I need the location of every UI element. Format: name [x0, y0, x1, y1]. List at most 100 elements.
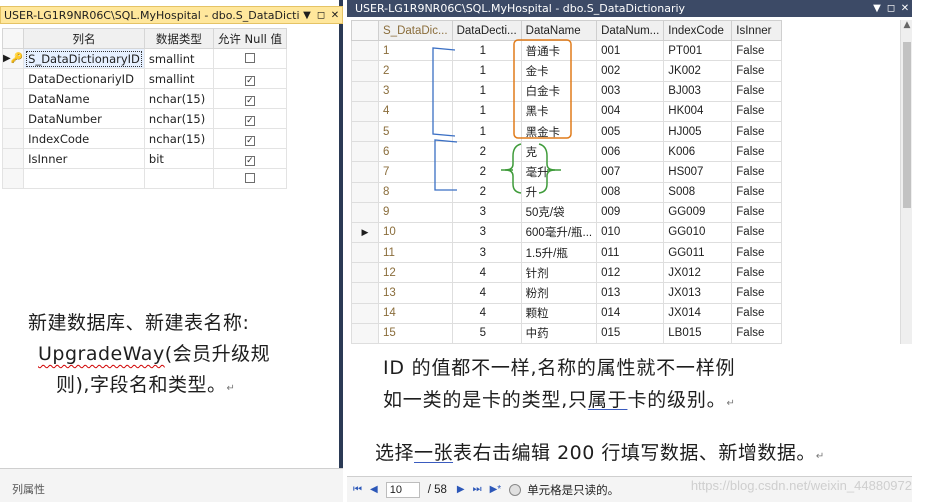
table-row[interactable] — [1, 168, 288, 189]
s-datadictionaryid-cell[interactable]: 13 — [378, 282, 453, 304]
s-datadictionaryid-cell[interactable]: 3 — [378, 80, 453, 102]
table-row[interactable]: DataDectionariyID smallint ✓ — [1, 68, 288, 89]
table-row[interactable]: 11 3 1.5升/瓶 011 GG011 False — [351, 242, 783, 264]
s-datadictionaryid-cell[interactable]: 8 — [378, 181, 453, 203]
row-selector[interactable] — [351, 60, 379, 82]
s-datadictionaryid-cell[interactable]: 15 — [378, 322, 453, 345]
row-selector[interactable] — [351, 141, 379, 163]
row-selector[interactable] — [351, 242, 379, 264]
datanumber-cell[interactable]: 011 — [596, 242, 665, 264]
indexcode-cell[interactable]: HS007 — [663, 161, 733, 183]
scrollbar-thumb[interactable] — [903, 42, 911, 208]
datadectionariyid-cell[interactable]: 1 — [451, 80, 522, 102]
data-type-cell[interactable]: smallint — [143, 68, 214, 89]
restore-icon[interactable]: ◻ — [314, 10, 328, 21]
data-type-cell[interactable]: nchar(15) — [143, 108, 214, 129]
designer-tab[interactable]: USER-LG1R9NR06C\SQL.MyHospital - dbo.S_D… — [0, 6, 343, 24]
dataname-cell[interactable]: 粉剂 — [520, 282, 598, 304]
datadectionariyid-cell[interactable]: 3 — [451, 242, 522, 264]
column-name-cell[interactable]: DataName — [23, 88, 145, 109]
dataname-cell[interactable]: 黑卡 — [520, 100, 598, 122]
dataname-cell[interactable]: 600毫升/瓶... — [520, 221, 598, 244]
isinner-cell[interactable]: False — [731, 60, 783, 82]
datanumber-cell[interactable]: 014 — [596, 302, 665, 324]
s-datadictionaryid-cell[interactable]: 1 — [378, 40, 453, 62]
data-type-cell[interactable] — [143, 168, 214, 189]
dataname-cell[interactable]: 白金卡 — [520, 80, 598, 102]
scroll-up-icon[interactable]: ▲ — [901, 20, 913, 30]
datanumber-cell[interactable]: 001 — [596, 40, 665, 62]
datanumber-cell[interactable]: 004 — [596, 100, 665, 122]
indexcode-cell[interactable]: JX012 — [663, 262, 733, 284]
column-header-datadectionariyid[interactable]: DataDecti... — [451, 19, 522, 42]
close-icon[interactable]: ✕ — [898, 3, 912, 14]
table-row[interactable]: 6 2 克 006 K006 False — [351, 141, 783, 163]
datadectionariyid-cell[interactable]: 1 — [451, 40, 522, 62]
datanumber-cell[interactable]: 010 — [596, 221, 665, 244]
dataname-cell[interactable]: 中药 — [520, 322, 598, 345]
isinner-cell[interactable]: False — [731, 282, 783, 304]
last-record-icon[interactable]: ⏭ — [473, 484, 482, 495]
indexcode-cell[interactable]: GG010 — [663, 221, 733, 244]
column-header-s-datadictionaryid[interactable]: S_DataDic... — [378, 19, 453, 42]
close-icon[interactable]: ✕ — [328, 10, 342, 21]
row-selector[interactable] — [351, 40, 379, 62]
allow-null-checkbox[interactable] — [244, 172, 255, 183]
datanumber-cell[interactable]: 015 — [596, 322, 665, 345]
column-name-cell[interactable]: S_DataDictionaryID — [23, 48, 145, 69]
row-selector[interactable] — [351, 181, 379, 203]
datanumber-cell[interactable]: 013 — [596, 282, 665, 304]
isinner-cell[interactable]: False — [731, 322, 783, 345]
restore-icon[interactable]: ◻ — [884, 3, 898, 14]
isinner-cell[interactable]: False — [731, 242, 783, 264]
indexcode-cell[interactable]: JX013 — [663, 282, 733, 304]
table-row[interactable]: DataName nchar(15) ✓ — [1, 88, 288, 109]
row-selector[interactable] — [1, 128, 25, 149]
dataname-cell[interactable]: 颗粒 — [520, 302, 598, 324]
indexcode-cell[interactable]: GG009 — [663, 201, 733, 223]
table-row[interactable]: 14 4 颗粒 014 JX014 False — [351, 302, 783, 324]
indexcode-cell[interactable]: K006 — [663, 141, 733, 163]
row-selector[interactable] — [351, 302, 379, 324]
column-name-cell[interactable]: DataNumber — [23, 108, 145, 129]
row-selector[interactable] — [1, 148, 25, 169]
datadectionariyid-cell[interactable]: 1 — [451, 100, 522, 122]
current-row-indicator[interactable]: ▶ — [351, 221, 379, 244]
indexcode-cell[interactable]: HJ005 — [663, 120, 733, 143]
datadectionariyid-cell[interactable]: 3 — [451, 221, 522, 244]
allow-null-checkbox[interactable]: ✓ — [244, 135, 255, 146]
datanumber-cell[interactable]: 006 — [596, 141, 665, 163]
s-datadictionaryid-cell[interactable]: 9 — [378, 201, 453, 223]
dataname-cell[interactable]: 毫升 — [520, 161, 598, 183]
row-selector[interactable] — [351, 120, 379, 143]
first-record-icon[interactable]: ⏮ — [353, 484, 362, 495]
row-selector[interactable] — [351, 161, 379, 183]
indexcode-cell[interactable]: BJ003 — [663, 80, 733, 102]
table-row[interactable]: 5 1 黑金卡 005 HJ005 False — [351, 120, 783, 143]
s-datadictionaryid-cell[interactable]: 6 — [378, 141, 453, 163]
column-header-indexcode[interactable]: IndexCode — [663, 19, 733, 42]
current-record-input[interactable]: 10 — [385, 481, 420, 498]
indexcode-cell[interactable]: PT001 — [663, 40, 733, 62]
table-row[interactable]: 13 4 粉剂 013 JX013 False — [351, 282, 783, 304]
datanumber-cell[interactable]: 007 — [596, 161, 665, 183]
allow-null-checkbox[interactable]: ✓ — [244, 115, 255, 126]
vertical-scrollbar[interactable]: ▲ — [900, 20, 912, 344]
column-name-cell[interactable]: IsInner — [23, 148, 145, 169]
indexcode-cell[interactable]: JK002 — [663, 60, 733, 82]
datadectionariyid-cell[interactable]: 1 — [451, 60, 522, 82]
isinner-cell[interactable]: False — [731, 181, 783, 203]
datanumber-cell[interactable]: 008 — [596, 181, 665, 203]
isinner-cell[interactable]: False — [731, 40, 783, 62]
datanumber-cell[interactable]: 012 — [596, 262, 665, 284]
next-record-icon[interactable]: ▶ — [457, 484, 465, 495]
isinner-cell[interactable]: False — [731, 161, 783, 183]
column-header-isinner[interactable]: IsInner — [731, 19, 783, 42]
row-selector[interactable] — [351, 322, 379, 345]
dropdown-icon[interactable]: ▼ — [870, 3, 884, 14]
datanumber-cell[interactable]: 002 — [596, 60, 665, 82]
allow-null-checkbox[interactable]: ✓ — [244, 75, 255, 86]
dataname-cell[interactable]: 升 — [520, 181, 598, 203]
dataname-cell[interactable]: 针剂 — [520, 262, 598, 284]
column-name-cell[interactable] — [23, 168, 145, 189]
